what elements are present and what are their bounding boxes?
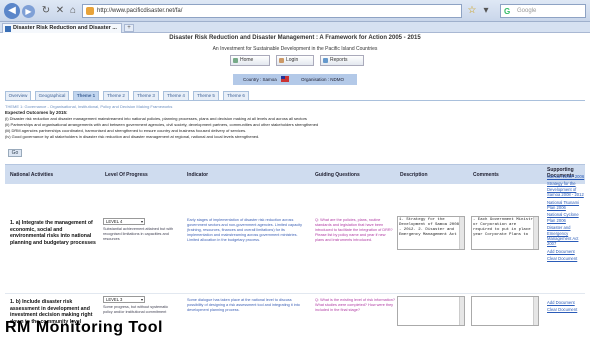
guiding-question: Q: What are the policies, plans, routine… bbox=[315, 218, 393, 242]
home-icon bbox=[233, 58, 238, 63]
level-value: LEVEL 3 bbox=[106, 297, 123, 302]
tab-strip: Disaster Risk Reduction and Disaster ...… bbox=[0, 22, 590, 33]
activity-text: 1. a) Integrate the management of econom… bbox=[10, 220, 96, 246]
login-button[interactable]: Login bbox=[276, 55, 314, 66]
col-level: Level Of Progress bbox=[105, 172, 148, 178]
home-icon[interactable]: ⌂ bbox=[67, 5, 79, 17]
level-note: Substantial achievement attained but wit… bbox=[103, 227, 174, 241]
reports-label: Reports bbox=[330, 57, 348, 63]
dropdown-icon[interactable]: ▾ bbox=[480, 5, 492, 17]
level-note: Some progress, but without systematic po… bbox=[103, 305, 169, 314]
tab-theme-6[interactable]: Theme 6 bbox=[223, 91, 249, 101]
col-comments: Comments bbox=[473, 172, 499, 178]
login-label: Login bbox=[286, 57, 299, 63]
chevron-down-icon: ▾ bbox=[140, 219, 143, 224]
report-icon bbox=[323, 58, 328, 63]
browser-tab[interactable]: Disaster Risk Reduction and Disaster ... bbox=[2, 23, 122, 33]
doc-link[interactable]: Disaster and Emergency Management Act 20… bbox=[547, 225, 587, 247]
tab-theme-3[interactable]: Theme 3 bbox=[133, 91, 159, 101]
google-icon: G bbox=[504, 7, 511, 16]
clear-document-link[interactable]: Clear Document bbox=[547, 256, 587, 261]
table-header: National Activities Level Of Progress In… bbox=[5, 164, 585, 184]
tab-theme-4[interactable]: Theme 4 bbox=[163, 91, 189, 101]
add-document-link[interactable]: Add Document bbox=[547, 249, 587, 254]
doc-link[interactable]: National Tsunami Plan 2006 bbox=[547, 200, 587, 211]
col-indicator: Indicator bbox=[187, 172, 209, 178]
clear-document-link[interactable]: Clear Document bbox=[547, 307, 587, 312]
comments-textarea[interactable] bbox=[471, 296, 539, 326]
supporting-docs: Add Document Clear Document bbox=[547, 300, 587, 315]
scrollbar[interactable] bbox=[533, 217, 538, 249]
comments-textarea[interactable]: - Each Government Ministry or Corporatio… bbox=[471, 216, 539, 250]
doc-link[interactable]: Strategy for the Development of Samoa 20… bbox=[547, 181, 587, 197]
overlay-caption: RM Monitoring Tool bbox=[5, 319, 163, 336]
address-bar[interactable]: http://www.pacificdisaster.net/fa/ bbox=[82, 4, 462, 18]
home-label: Home bbox=[240, 57, 254, 63]
chevron-down-icon: ▾ bbox=[140, 297, 143, 302]
col-questions: Guiding Questions bbox=[315, 172, 360, 178]
tab-geographical[interactable]: Geographical bbox=[35, 91, 69, 101]
country-label: Country : Samoa bbox=[243, 77, 277, 82]
search-placeholder: Google bbox=[517, 8, 537, 14]
col-description: Description bbox=[400, 172, 428, 178]
expected-line: (i) Disaster risk reduction and disaster… bbox=[5, 116, 307, 121]
key-icon bbox=[279, 58, 284, 63]
go-button[interactable]: Go bbox=[8, 149, 22, 157]
scrollbar[interactable] bbox=[533, 297, 538, 325]
search-box[interactable]: G Google bbox=[500, 4, 586, 18]
reload-icon[interactable]: ↻ bbox=[40, 5, 52, 17]
site-favicon-icon bbox=[86, 7, 94, 15]
scrollbar[interactable] bbox=[459, 297, 464, 325]
indicator-text: Early stages of implementation of disast… bbox=[187, 218, 303, 242]
tab-theme-2[interactable]: Theme 2 bbox=[103, 91, 129, 101]
tab-title: Disaster Risk Reduction and Disaster ... bbox=[13, 25, 117, 31]
level-select[interactable]: LEVEL 4 ▾ bbox=[103, 218, 145, 225]
indicator-text: Some dialogue has taken place at the nat… bbox=[187, 298, 300, 312]
level-value: LEVEL 4 bbox=[106, 219, 123, 224]
home-button[interactable]: Home bbox=[230, 55, 270, 66]
page-subtitle: An Investment for Sustainable Developmen… bbox=[212, 46, 378, 52]
org-label: Organisation : NDMO bbox=[301, 77, 345, 82]
tab-favicon-icon bbox=[5, 26, 11, 32]
page-title: Disaster Risk Reduction and Disaster Man… bbox=[169, 35, 421, 41]
country-bar: Country : Samoa Organisation : NDMO bbox=[233, 74, 357, 85]
scrollbar[interactable] bbox=[459, 217, 464, 249]
page-header: Disaster Risk Reduction and Disaster Man… bbox=[0, 34, 590, 52]
guiding-question: Q: What is the existing level of risk in… bbox=[315, 298, 395, 312]
description-textarea[interactable]: 1. Strategy for the Development of Samoa… bbox=[397, 216, 465, 250]
browser-toolbar: ◀ ▶ ↻ ✕ ⌂ http://www.pacificdisaster.net… bbox=[0, 0, 590, 22]
theme-tabs: Overview Geographical Theme 1 Theme 2 Th… bbox=[5, 91, 585, 101]
samoa-flag-icon bbox=[281, 76, 289, 82]
comments-value: - Each Government Ministry or Corporatio… bbox=[473, 218, 536, 237]
back-arrow-icon[interactable]: ◀ bbox=[4, 3, 20, 19]
tab-theme-1[interactable]: Theme 1 bbox=[73, 91, 99, 101]
tab-theme-5[interactable]: Theme 5 bbox=[193, 91, 219, 101]
stop-icon[interactable]: ✕ bbox=[54, 5, 66, 17]
reports-button[interactable]: Reports bbox=[320, 55, 364, 66]
expected-line: (ii) Partnerships and organisational arr… bbox=[5, 122, 319, 127]
add-document-link[interactable]: Add Document bbox=[547, 300, 587, 305]
expected-line: (iii) DRM agencies partnerships coordina… bbox=[5, 128, 247, 133]
col-activities: National Activities bbox=[10, 172, 54, 178]
forward-arrow-icon[interactable]: ▶ bbox=[22, 5, 35, 18]
breadcrumb: THEME 1: Governance - Organisational, In… bbox=[5, 104, 173, 109]
doc-link[interactable]: National Cyclone Plan 2006 bbox=[547, 212, 587, 223]
doc-link[interactable]: Samoa NDMP 2006 bbox=[547, 174, 587, 179]
expected-outcomes: Expected Outcomes by 2015: (i) Disaster … bbox=[5, 110, 318, 140]
address-text: http://www.pacificdisaster.net/fa/ bbox=[97, 8, 183, 14]
expected-heading: Expected Outcomes by 2015: bbox=[5, 110, 68, 115]
bookmark-star-icon[interactable]: ☆ bbox=[466, 5, 478, 17]
table-row: 1. a) Integrate the management of econom… bbox=[5, 174, 585, 294]
supporting-docs: Samoa NDMP 2006 Strategy for the Develop… bbox=[547, 174, 587, 264]
tab-overview[interactable]: Overview bbox=[5, 91, 31, 101]
page-content: Disaster Risk Reduction and Disaster Man… bbox=[0, 34, 590, 336]
level-select[interactable]: LEVEL 3 ▾ bbox=[103, 296, 145, 303]
expected-line: (iv) Good governance by all stakeholders… bbox=[5, 134, 260, 139]
description-value: 1. Strategy for the Development of Samoa… bbox=[399, 218, 460, 237]
action-buttons: Home Login Reports bbox=[230, 55, 370, 67]
new-tab-button[interactable]: + bbox=[124, 24, 134, 32]
description-textarea[interactable] bbox=[397, 296, 465, 326]
